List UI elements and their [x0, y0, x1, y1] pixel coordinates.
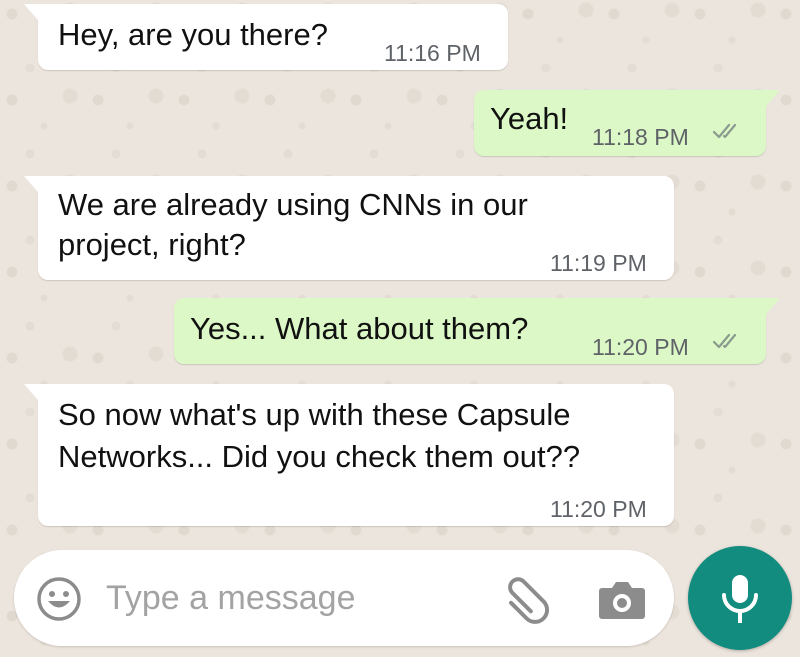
microphone-icon — [722, 575, 758, 623]
smiley-icon — [37, 577, 81, 621]
voice-record-button[interactable] — [688, 546, 792, 650]
message-timestamp: 11:20 PM — [592, 334, 689, 360]
chat-area: Hey, are you there? 11:16 PM Yeah! 11:18… — [0, 0, 800, 540]
message-text-line-2: Networks... Did you check them out?? — [58, 439, 581, 474]
message-bubble-outgoing[interactable]: Yeah! 11:18 PM — [474, 90, 780, 156]
camera-button[interactable] — [598, 576, 646, 622]
camera-icon — [599, 582, 645, 619]
message-composer — [14, 550, 674, 646]
paperclip-icon — [508, 577, 549, 624]
double-check-icon — [712, 123, 737, 139]
message-text: Yes... What about them? — [190, 311, 529, 346]
message-text: Yeah! — [490, 101, 569, 136]
message-text: Hey, are you there? — [58, 17, 328, 52]
message-bubble-incoming[interactable]: So now what's up with these Capsule Netw… — [24, 384, 674, 526]
message-text-line-1: We are already using CNNs in our — [58, 187, 528, 222]
message-timestamp: 11:18 PM — [592, 124, 689, 150]
message-bubble-incoming[interactable]: We are already using CNNs in our project… — [24, 176, 674, 280]
attach-button[interactable] — [500, 572, 556, 628]
message-bubble-incoming[interactable]: Hey, are you there? 11:16 PM — [24, 4, 508, 70]
message-timestamp: 11:20 PM — [550, 496, 647, 522]
message-timestamp: 11:19 PM — [550, 250, 647, 276]
message-text-line-1: So now what's up with these Capsule — [58, 397, 571, 432]
message-bubble-outgoing[interactable]: Yes... What about them? 11:20 PM — [174, 298, 780, 364]
emoji-button[interactable] — [36, 576, 82, 622]
message-timestamp: 11:16 PM — [384, 40, 481, 66]
double-check-icon — [712, 333, 737, 349]
message-input[interactable] — [106, 570, 486, 626]
message-text-line-2: project, right? — [58, 227, 246, 262]
